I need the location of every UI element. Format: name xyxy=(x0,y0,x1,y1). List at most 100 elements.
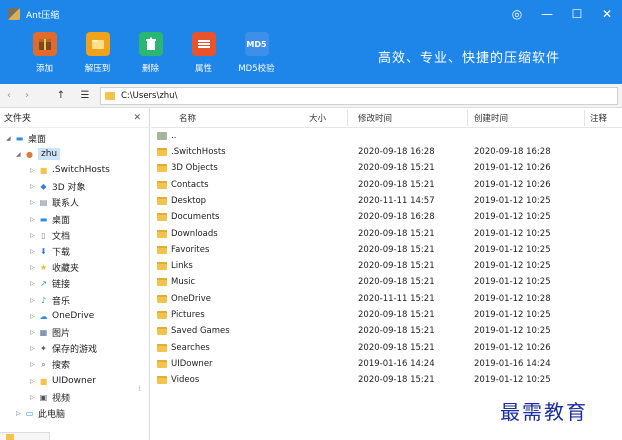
created-cell: 2019-01-12 10:25 xyxy=(474,195,551,206)
tree-item[interactable]: ▷ ▭ 此电脑 xyxy=(16,405,65,421)
maximize-button[interactable]: ☐ xyxy=(562,0,592,28)
file-name: OneDrive xyxy=(171,293,211,304)
tree-item[interactable]: ▷ ▯ 文档 xyxy=(30,227,70,243)
tree-item[interactable]: ◢ ● zhu xyxy=(16,146,61,162)
tree-item-label: zhu xyxy=(38,148,61,161)
tree-item[interactable]: ▷ ▬ 桌面 xyxy=(30,211,70,227)
collapsed-triangle-icon[interactable]: ▷ xyxy=(30,394,38,401)
tree-item[interactable]: ▷ ☁ OneDrive xyxy=(30,308,94,324)
file-row[interactable]: Pictures 2020-09-18 15:21 2019-01-12 10:25 xyxy=(151,307,622,323)
file-row[interactable]: Contacts 2020-09-18 15:21 2019-01-12 10:26 xyxy=(151,177,622,193)
tree-item[interactable]: ▷ ■ .SwitchHosts xyxy=(30,162,110,178)
tree-item[interactable]: ▷ ▦ 图片 xyxy=(30,324,70,340)
tree-item[interactable]: ▷ ▣ 视频 xyxy=(30,389,70,405)
file-row[interactable]: Desktop 2020-11-11 14:57 2019-01-12 10:25 xyxy=(151,193,622,209)
name-cell: Favorites xyxy=(157,242,209,258)
tree-item-label: 3D 对象 xyxy=(52,183,86,194)
tree-item[interactable]: ▷ ▤ 联系人 xyxy=(30,195,79,211)
file-name: Saved Games xyxy=(171,326,230,337)
view-list-icon[interactable]: ☰ xyxy=(76,84,94,108)
tree-item[interactable]: ▷ ★ 收藏夹 xyxy=(30,260,79,276)
column-size[interactable]: 大小 xyxy=(309,108,326,128)
file-name: Downloads xyxy=(171,228,218,239)
md5-check-button[interactable]: MD5 MD5校验 xyxy=(230,32,283,74)
collapsed-triangle-icon[interactable]: ▷ xyxy=(30,183,38,190)
parent-folder-row[interactable]: .. xyxy=(151,128,622,144)
delete-button[interactable]: 删除 xyxy=(124,32,177,74)
contacts-icon: ▤ xyxy=(39,198,48,208)
collapsed-triangle-icon[interactable]: ▷ xyxy=(30,248,38,255)
file-name: Pictures xyxy=(171,310,205,320)
column-comment[interactable]: 注释 xyxy=(590,108,607,128)
tree-item[interactable]: ▷ ⬇ 下载 xyxy=(30,243,70,259)
file-row[interactable]: .SwitchHosts 2020-09-18 16:28 2020-09-18 1… xyxy=(151,144,622,160)
music-icon: ♪ xyxy=(40,295,47,305)
splitter-grip-icon[interactable]: ⁞ xyxy=(138,384,141,393)
forward-icon[interactable]: › xyxy=(18,84,36,108)
column-modified[interactable]: 修改时间 xyxy=(358,108,392,128)
collapsed-triangle-icon[interactable]: ▷ xyxy=(30,329,38,336)
extract-to-button[interactable]: 解压到 xyxy=(71,32,124,74)
collapsed-triangle-icon[interactable]: ▷ xyxy=(30,167,38,174)
back-icon[interactable]: ‹ xyxy=(0,84,18,108)
file-row[interactable]: Favorites 2020-09-18 15:21 2019-01-12 10:2… xyxy=(151,242,622,258)
name-cell: Searches xyxy=(157,340,210,356)
file-row[interactable]: OneDrive 2020-11-11 15:21 2019-01-12 10:28 xyxy=(151,291,622,307)
app-header: Ant压缩 ◎ — ☐ ✕ 添加 解压到 删除 属性 MD5 MD5校验 高效、… xyxy=(0,0,622,84)
expanded-triangle-icon[interactable]: ◢ xyxy=(16,151,24,158)
add-button[interactable]: 添加 xyxy=(18,32,71,74)
expanded-triangle-icon[interactable]: ◢ xyxy=(6,135,14,142)
collapsed-triangle-icon[interactable]: ▷ xyxy=(30,378,38,385)
tree-item-label: 保存的游戏 xyxy=(52,345,98,356)
column-divider[interactable] xyxy=(584,110,585,126)
parent-folder-icon xyxy=(157,132,167,140)
tree-item[interactable]: ▷ ◆ 3D 对象 xyxy=(30,179,86,195)
name-cell: 3D Objects xyxy=(157,160,218,176)
file-row[interactable]: 3D Objects 2020-09-18 15:21 2019-01-12 10:… xyxy=(151,160,622,176)
file-row[interactable]: Videos 2020-09-18 15:21 2019-01-12 10:25 xyxy=(151,372,622,388)
path-input[interactable]: C:\Users\zhu\ xyxy=(100,87,618,105)
collapsed-triangle-icon[interactable]: ▷ xyxy=(30,264,38,271)
collapsed-triangle-icon[interactable]: ▷ xyxy=(30,199,38,206)
name-cell: Desktop xyxy=(157,193,206,209)
created-cell: 2019-01-12 10:26 xyxy=(474,342,551,353)
collapsed-triangle-icon[interactable]: ▷ xyxy=(30,280,38,287)
file-row[interactable]: Music 2020-09-18 15:21 2019-01-12 10:25 xyxy=(151,274,622,290)
file-row[interactable]: Documents 2020-09-18 16:28 2019-01-12 10:2… xyxy=(151,209,622,225)
folder-icon xyxy=(157,229,167,238)
collapsed-triangle-icon[interactable]: ▷ xyxy=(30,297,38,304)
up-arrow-icon[interactable]: ↑ xyxy=(52,84,70,108)
tree-item[interactable]: ▷ ⌕ 搜索 xyxy=(30,357,70,373)
properties-button[interactable]: 属性 xyxy=(177,32,230,74)
collapsed-triangle-icon[interactable]: ▷ xyxy=(30,216,38,223)
file-row[interactable]: UIDowner 2019-01-16 14:24 2019-01-16 14:24 xyxy=(151,356,622,372)
column-divider[interactable] xyxy=(467,110,468,126)
tree-item-label: 联系人 xyxy=(52,199,80,210)
folder-icon xyxy=(6,434,14,440)
collapsed-triangle-icon[interactable]: ▷ xyxy=(30,232,38,239)
file-row[interactable]: Links 2020-09-18 15:21 2019-01-12 10:25 xyxy=(151,258,622,274)
tree-item[interactable]: ▷ ■ UIDowner xyxy=(30,373,96,389)
tree-item[interactable]: ◢ ▬ 桌面 xyxy=(6,130,46,146)
name-cell: Documents xyxy=(157,209,219,225)
column-name[interactable]: 名称 xyxy=(179,108,196,128)
collapsed-triangle-icon[interactable]: ▷ xyxy=(16,410,24,417)
column-created[interactable]: 创建时间 xyxy=(474,108,508,128)
name-cell: Contacts xyxy=(157,177,209,193)
tree-item[interactable]: ▷ ↗ 链接 xyxy=(30,276,70,292)
file-row[interactable]: Saved Games 2020-09-18 15:21 2019-01-12 10… xyxy=(151,323,622,339)
tree-item[interactable]: ▷ ♪ 音乐 xyxy=(30,292,70,308)
collapsed-triangle-icon[interactable]: ▷ xyxy=(30,361,38,368)
close-icon[interactable]: ✕ xyxy=(133,113,141,123)
collapsed-triangle-icon[interactable]: ▷ xyxy=(30,313,38,320)
minimize-button[interactable]: — xyxy=(532,0,562,28)
column-divider[interactable] xyxy=(347,110,348,126)
file-row[interactable]: Downloads 2020-09-18 15:21 2019-01-12 10:2… xyxy=(151,226,622,242)
settings-icon[interactable]: ◎ xyxy=(502,0,532,28)
tree-item-label: .SwitchHosts xyxy=(52,165,110,176)
collapsed-triangle-icon[interactable]: ▷ xyxy=(30,345,38,352)
file-row[interactable]: Searches 2020-09-18 15:21 2019-01-12 10:26 xyxy=(151,340,622,356)
tree-item[interactable]: ▷ ✦ 保存的游戏 xyxy=(30,341,97,357)
properties-icon xyxy=(191,32,216,56)
close-button[interactable]: ✕ xyxy=(592,0,622,28)
